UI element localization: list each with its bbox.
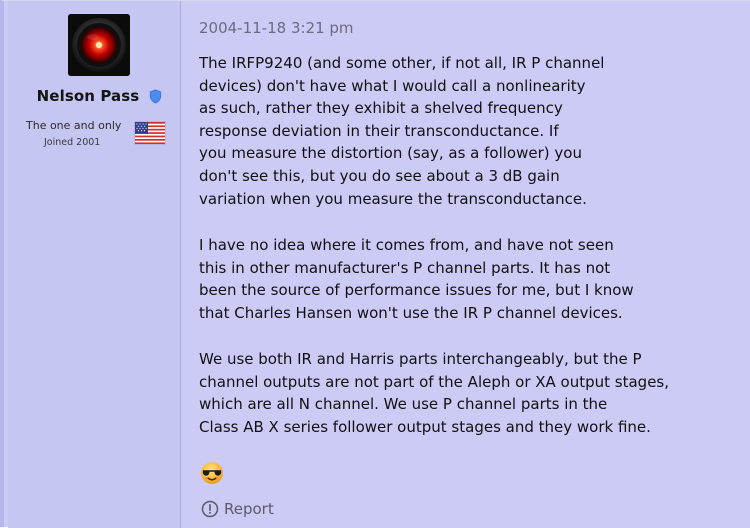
hal-9000-eye-avatar-icon bbox=[68, 14, 130, 76]
author-name[interactable]: Nelson Pass bbox=[8, 87, 168, 105]
author-joined: Joined 2001 bbox=[44, 137, 101, 148]
post-author-sidebar: Nelson Pass The one and only Joined 2001 bbox=[8, 1, 181, 528]
report-label: Report bbox=[224, 500, 274, 518]
post-timestamp[interactable]: 2004-11-18 3:21 pm bbox=[199, 19, 354, 37]
post-paragraph-1: The IRFP9240 (and some other, if not all… bbox=[199, 54, 605, 208]
report-button[interactable]: Report bbox=[201, 500, 274, 518]
author-title: The one and only bbox=[26, 119, 122, 132]
post-paragraph-3: We use both IR and Harris parts intercha… bbox=[199, 350, 670, 436]
verified-shield-icon bbox=[149, 89, 162, 104]
info-circle-icon bbox=[201, 500, 219, 518]
post-paragraph-2: I have no idea where it comes from, and … bbox=[199, 236, 634, 322]
us-flag-icon bbox=[135, 122, 165, 144]
forum-post: Nelson Pass The one and only Joined 2001 bbox=[0, 0, 750, 528]
post-content: 2004-11-18 3:21 pm The IRFP9240 (and som… bbox=[181, 1, 750, 528]
avatar[interactable] bbox=[68, 14, 130, 76]
cool-sunglasses-emoji-icon bbox=[201, 462, 223, 484]
